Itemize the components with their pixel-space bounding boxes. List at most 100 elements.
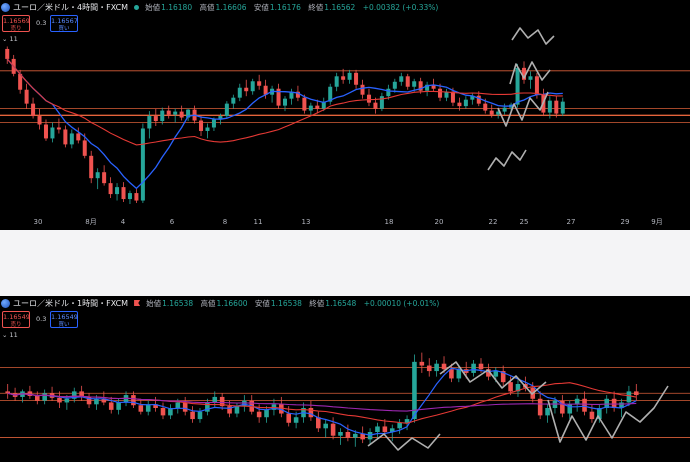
candle-body-13: [89, 155, 94, 179]
candle-body-30: [199, 120, 204, 131]
candle-body-38: [286, 413, 292, 423]
candle-body-11: [76, 133, 81, 141]
candle-body-59: [441, 363, 447, 370]
candle-body-0: [5, 391, 10, 394]
candle-body-75: [489, 110, 494, 115]
x-tick-label: 27: [567, 218, 576, 226]
candlestick-chart-1h[interactable]: [0, 296, 690, 462]
x-tick-label: 11: [254, 218, 263, 226]
sell-button[interactable]: 1.16549 売り: [2, 311, 30, 328]
candle-body-5: [42, 393, 47, 401]
candle-body-82: [611, 398, 617, 408]
candle-body-8: [64, 398, 70, 403]
candle-body-77: [502, 107, 507, 112]
candle-body-69: [450, 91, 455, 103]
symbol-title[interactable]: ユーロ／米ドル・1時間・FXCM: [13, 298, 128, 309]
candle-body-36: [237, 87, 242, 98]
candle-body-25: [190, 411, 195, 420]
candle-body-47: [308, 105, 313, 111]
sell-price: 1.16569: [3, 17, 30, 25]
candle-body-70: [457, 102, 462, 107]
candle-body-68: [508, 382, 513, 392]
ohlc-close-key: 終値: [308, 2, 324, 12]
candle-body-74: [483, 103, 488, 111]
candle-body-73: [476, 95, 481, 104]
candle-body-18: [138, 405, 144, 412]
spread-value: 0.3: [36, 315, 47, 323]
ohlc-change: +0.00382 (+0.33%): [362, 2, 439, 12]
indicator-toggle[interactable]: ⌄ 11: [2, 331, 18, 339]
candle-body-48: [360, 433, 365, 440]
candle-body-53: [397, 422, 402, 429]
candle-body-17: [115, 187, 120, 195]
x-tick-label: 29: [621, 218, 630, 226]
buy-button[interactable]: 1.16567 買い: [50, 15, 78, 32]
candle-body-60: [392, 81, 397, 89]
candle-body-18: [121, 187, 126, 200]
candlestick-chart-4h[interactable]: 30 8月 4 6 8 11 13 18 20 22 25 27 29 9月: [0, 0, 690, 230]
candle-body-12: [82, 140, 87, 156]
x-tick-label: 9月: [651, 218, 662, 226]
candle-body-38: [250, 81, 255, 92]
candle-body-24: [182, 402, 188, 412]
candle-body-84: [547, 100, 552, 113]
x-tick-label: 25: [520, 218, 529, 226]
candle-body-31: [205, 127, 210, 131]
ohlc-open: 1.16180: [161, 2, 193, 12]
candle-body-52: [341, 76, 346, 80]
ohlc-close-key: 終値: [309, 298, 325, 308]
candle-body-47: [352, 433, 358, 438]
candle-body-63: [412, 81, 417, 87]
flag-icon[interactable]: [134, 300, 141, 306]
candle-body-46: [345, 432, 351, 438]
candle-body-78: [582, 398, 587, 412]
candle-body-45: [338, 432, 343, 436]
candle-body-0: [5, 48, 10, 59]
candle-body-7: [50, 127, 55, 139]
candle-body-48: [315, 105, 320, 109]
ohlc-readout: 始値1.16538 高値1.16600 安値1.16538 終値1.16548 …: [146, 298, 444, 309]
sell-button[interactable]: 1.16569 売り: [2, 15, 30, 32]
candle-body-32: [211, 119, 216, 128]
chart-panel-1h[interactable]: ユーロ／米ドル・1時間・FXCM 始値1.16538 高値1.16600 安値1…: [0, 296, 690, 462]
candle-body-39: [293, 417, 299, 423]
candle-body-50: [375, 426, 380, 432]
candle-body-21: [140, 128, 145, 201]
indicator-toggle[interactable]: ⌄ 11: [2, 35, 18, 43]
ohlc-low: 1.16538: [270, 298, 302, 308]
candle-body-61: [399, 76, 404, 82]
candle-body-85: [634, 391, 639, 396]
ohlc-open-key: 始値: [146, 298, 162, 308]
candle-body-26: [173, 111, 178, 115]
candle-body-3: [24, 89, 29, 104]
candle-body-58: [379, 96, 384, 109]
ohlc-open: 1.16538: [162, 298, 194, 308]
drawing-zigzag-3: [487, 149, 527, 171]
candle-body-77: [574, 398, 580, 405]
candle-body-59: [386, 88, 391, 97]
x-tick-label: 8月: [85, 218, 96, 226]
candle-body-82: [534, 76, 539, 95]
candle-body-86: [560, 101, 565, 114]
symbol-title[interactable]: ユーロ／米ドル・4時間・FXCM: [13, 2, 128, 13]
candle-body-46: [302, 97, 307, 111]
candle-body-19: [127, 193, 132, 200]
buy-button[interactable]: 1.16549 買い: [50, 311, 78, 328]
candle-body-42: [316, 417, 321, 429]
candle-body-55: [360, 84, 365, 95]
drawing-zigzag-0: [367, 433, 441, 451]
candle-body-79: [515, 67, 520, 105]
ohlc-high: 1.16600: [216, 298, 248, 308]
candle-body-34: [224, 103, 229, 117]
chart-header: ユーロ／米ドル・4時間・FXCM 始値1.16180 高値1.16606 安値1…: [0, 0, 443, 14]
candle-body-84: [626, 391, 632, 403]
buy-price: 1.16549: [51, 313, 78, 321]
candle-body-35: [264, 409, 269, 418]
candle-body-8: [56, 127, 61, 130]
chart-panel-4h[interactable]: 30 8月 4 6 8 11 13 18 20 22 25 27 29 9月 ユーロ／米ドル・4時間・FX…: [0, 0, 690, 230]
ohlc-open-key: 始値: [145, 2, 161, 12]
candle-body-12: [94, 398, 99, 405]
chart-header: ユーロ／米ドル・1時間・FXCM 始値1.16538 高値1.16600 安値1…: [0, 296, 444, 310]
candle-body-37: [244, 87, 249, 92]
candle-body-71: [463, 99, 468, 107]
